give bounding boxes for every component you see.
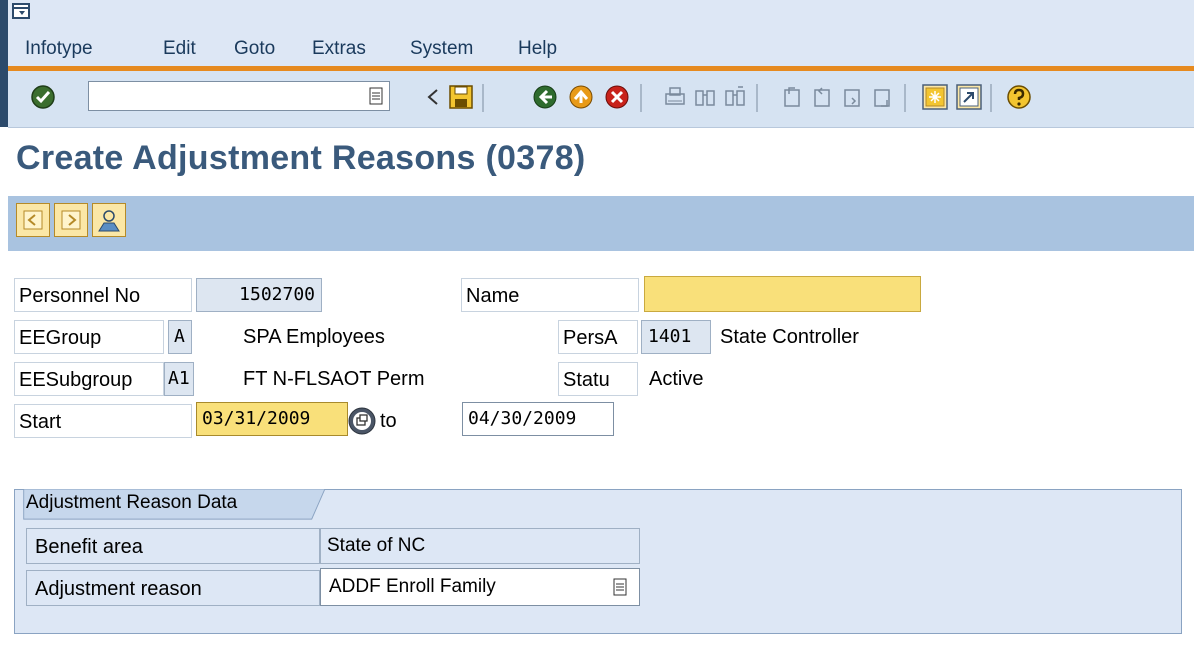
previous-page-icon[interactable] — [808, 82, 838, 112]
toolbar-separator — [482, 84, 484, 112]
adjustment-reason-field[interactable]: ADDF Enroll Family — [320, 568, 640, 606]
personal-data-icon[interactable] — [92, 203, 126, 237]
menu-edit[interactable]: Edit — [163, 38, 196, 60]
application-toolbar — [8, 196, 1194, 251]
adjustment-reason-label: Adjustment reason — [26, 570, 320, 606]
menu-extras[interactable]: Extras — [312, 38, 366, 60]
start-label: Start — [14, 404, 192, 438]
help-icon[interactable] — [1004, 82, 1034, 112]
window-menu-icon[interactable] — [12, 3, 30, 19]
eesubgroup-text: FT N-FLSAOT Perm — [243, 368, 425, 390]
toolbar-separator — [640, 84, 642, 112]
previous-record-icon[interactable] — [16, 203, 50, 237]
benefit-area-label: Benefit area — [26, 528, 320, 564]
persa-label: PersA — [558, 320, 638, 354]
enter-icon[interactable] — [28, 82, 58, 112]
dropdown-icon[interactable] — [613, 578, 627, 601]
eesubgroup-code-field: A1 — [164, 362, 194, 396]
eegroup-code-field: A — [168, 320, 192, 354]
menu-goto[interactable]: Goto — [234, 38, 275, 60]
command-dropdown-icon[interactable] — [364, 84, 388, 108]
command-field[interactable] — [88, 81, 390, 111]
window-edge — [0, 0, 8, 127]
next-record-icon[interactable] — [54, 203, 88, 237]
next-page-icon[interactable] — [838, 82, 868, 112]
eegroup-text: SPA Employees — [243, 326, 385, 348]
first-page-icon[interactable] — [778, 82, 808, 112]
end-date-field[interactable]: 04/30/2009 — [462, 402, 614, 436]
status-label: Statu — [558, 362, 638, 396]
name-label: Name — [461, 278, 639, 312]
back-icon[interactable] — [530, 82, 560, 112]
find-icon[interactable] — [690, 82, 720, 112]
eesubgroup-label: EESubgroup — [14, 362, 164, 396]
toolbar-separator — [990, 84, 992, 112]
menu-system[interactable]: System — [410, 38, 473, 60]
find-next-icon[interactable] — [720, 82, 750, 112]
toolbar-separator — [756, 84, 758, 112]
collapse-icon[interactable] — [418, 82, 448, 112]
group-title: Adjustment Reason Data — [26, 492, 238, 513]
exit-icon[interactable] — [566, 82, 596, 112]
menu-infotype[interactable]: Infotype — [25, 38, 93, 60]
to-label: to — [380, 410, 397, 432]
persa-text: State Controller — [720, 326, 859, 348]
menu-help[interactable]: Help — [518, 38, 557, 60]
create-session-icon[interactable] — [920, 82, 950, 112]
personnel-no-field: 1502700 — [196, 278, 322, 312]
cancel-icon[interactable] — [602, 82, 632, 112]
calendar-icon[interactable] — [345, 404, 379, 438]
adjustment-reason-value: ADDF Enroll Family — [329, 576, 496, 597]
status-text: Active — [649, 368, 704, 390]
name-field — [644, 276, 921, 312]
personnel-no-label: Personnel No — [14, 278, 192, 312]
page-title: Create Adjustment Reasons (0378) — [16, 139, 586, 177]
eegroup-label: EEGroup — [14, 320, 164, 354]
shortcut-icon[interactable] — [954, 82, 984, 112]
benefit-area-field: State of NC — [320, 528, 640, 564]
persa-code-field: 1401 — [641, 320, 711, 354]
last-page-icon[interactable] — [868, 82, 898, 112]
save-icon[interactable] — [446, 82, 476, 112]
start-date-field[interactable]: 03/31/2009 — [196, 402, 348, 436]
print-icon[interactable] — [660, 82, 690, 112]
toolbar-separator — [904, 84, 906, 112]
